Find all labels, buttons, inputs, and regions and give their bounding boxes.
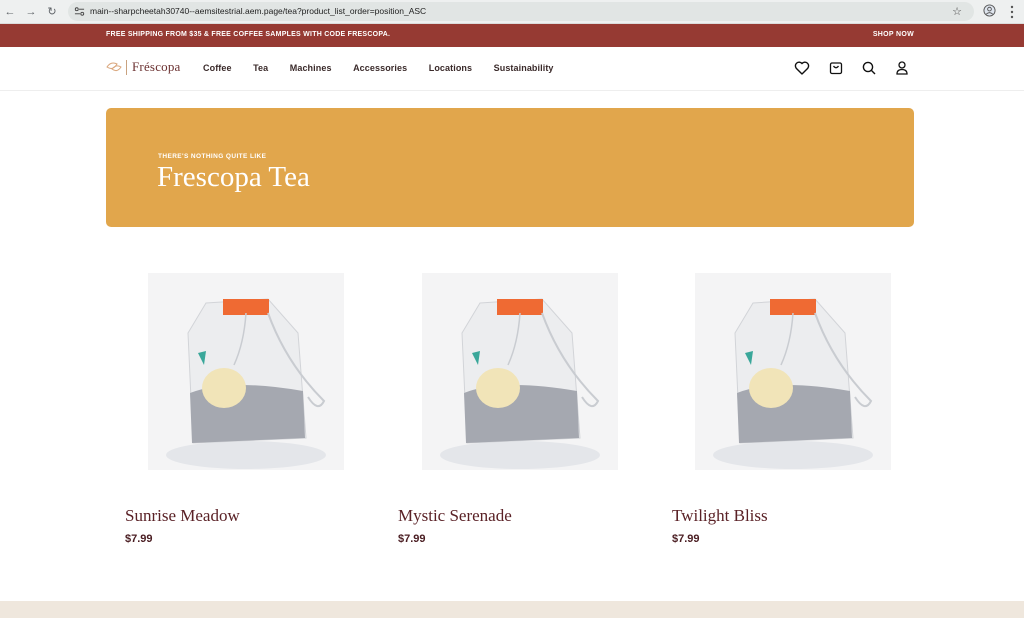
footer-strip xyxy=(0,601,1024,618)
nav-item-accessories[interactable]: Accessories xyxy=(353,63,407,73)
site-header: Fréscopa Coffee Tea Machines Accessories… xyxy=(0,47,1024,91)
nav-item-sustainability[interactable]: Sustainability xyxy=(494,63,554,73)
nav-item-tea[interactable]: Tea xyxy=(253,63,268,73)
product-name[interactable]: Twilight Bliss xyxy=(672,506,768,526)
promo-banner: FREE SHIPPING FROM $35 & FREE COFFEE SAM… xyxy=(0,24,1024,47)
wishlist-heart-icon[interactable] xyxy=(794,60,810,76)
tea-bag-image[interactable] xyxy=(422,273,618,470)
promo-text: FREE SHIPPING FROM $35 & FREE COFFEE SAM… xyxy=(106,31,391,38)
logo-text: Fréscopa xyxy=(132,59,181,74)
logo[interactable]: Fréscopa xyxy=(106,57,181,77)
account-user-icon[interactable] xyxy=(894,60,910,76)
product-price: $7.99 xyxy=(125,533,153,545)
hero-kicker: THERE'S NOTHING QUITE LIKE xyxy=(158,153,267,160)
product-name[interactable]: Mystic Serenade xyxy=(398,506,512,526)
leaf-logo-icon xyxy=(106,62,122,72)
reload-icon[interactable]: ↻ xyxy=(45,5,59,19)
browser-toolbar: ← → ↻ main--sharpcheetah30740--aemsitest… xyxy=(0,0,1024,24)
tea-bag-image[interactable] xyxy=(695,273,891,470)
forward-icon[interactable]: → xyxy=(24,5,38,19)
product-name[interactable]: Sunrise Meadow xyxy=(125,506,240,526)
search-icon[interactable] xyxy=(861,60,877,76)
shop-now-link[interactable]: SHOP NOW xyxy=(873,31,914,38)
nav-item-coffee[interactable]: Coffee xyxy=(203,63,232,73)
bookmark-star-icon[interactable]: ☆ xyxy=(952,5,962,18)
hero-banner: THERE'S NOTHING QUITE LIKE Frescopa Tea xyxy=(106,108,914,227)
cart-bag-icon[interactable] xyxy=(828,60,844,76)
nav-item-machines[interactable]: Machines xyxy=(290,63,332,73)
product-price: $7.99 xyxy=(398,533,426,545)
address-bar[interactable]: main--sharpcheetah30740--aemsitestrial.a… xyxy=(68,2,974,21)
tea-bag-image[interactable] xyxy=(148,273,344,470)
product-price: $7.99 xyxy=(672,533,700,545)
profile-icon[interactable] xyxy=(983,4,996,17)
nav-item-locations[interactable]: Locations xyxy=(429,63,472,73)
url-text: main--sharpcheetah30740--aemsitestrial.a… xyxy=(90,6,427,16)
back-icon[interactable]: ← xyxy=(3,5,17,19)
logo-divider xyxy=(126,59,127,75)
browser-menu-icon[interactable] xyxy=(1010,5,1014,19)
hero-title: Frescopa Tea xyxy=(157,161,310,193)
site-settings-icon[interactable] xyxy=(74,6,85,17)
main-nav: Coffee Tea Machines Accessories Location… xyxy=(203,63,575,73)
